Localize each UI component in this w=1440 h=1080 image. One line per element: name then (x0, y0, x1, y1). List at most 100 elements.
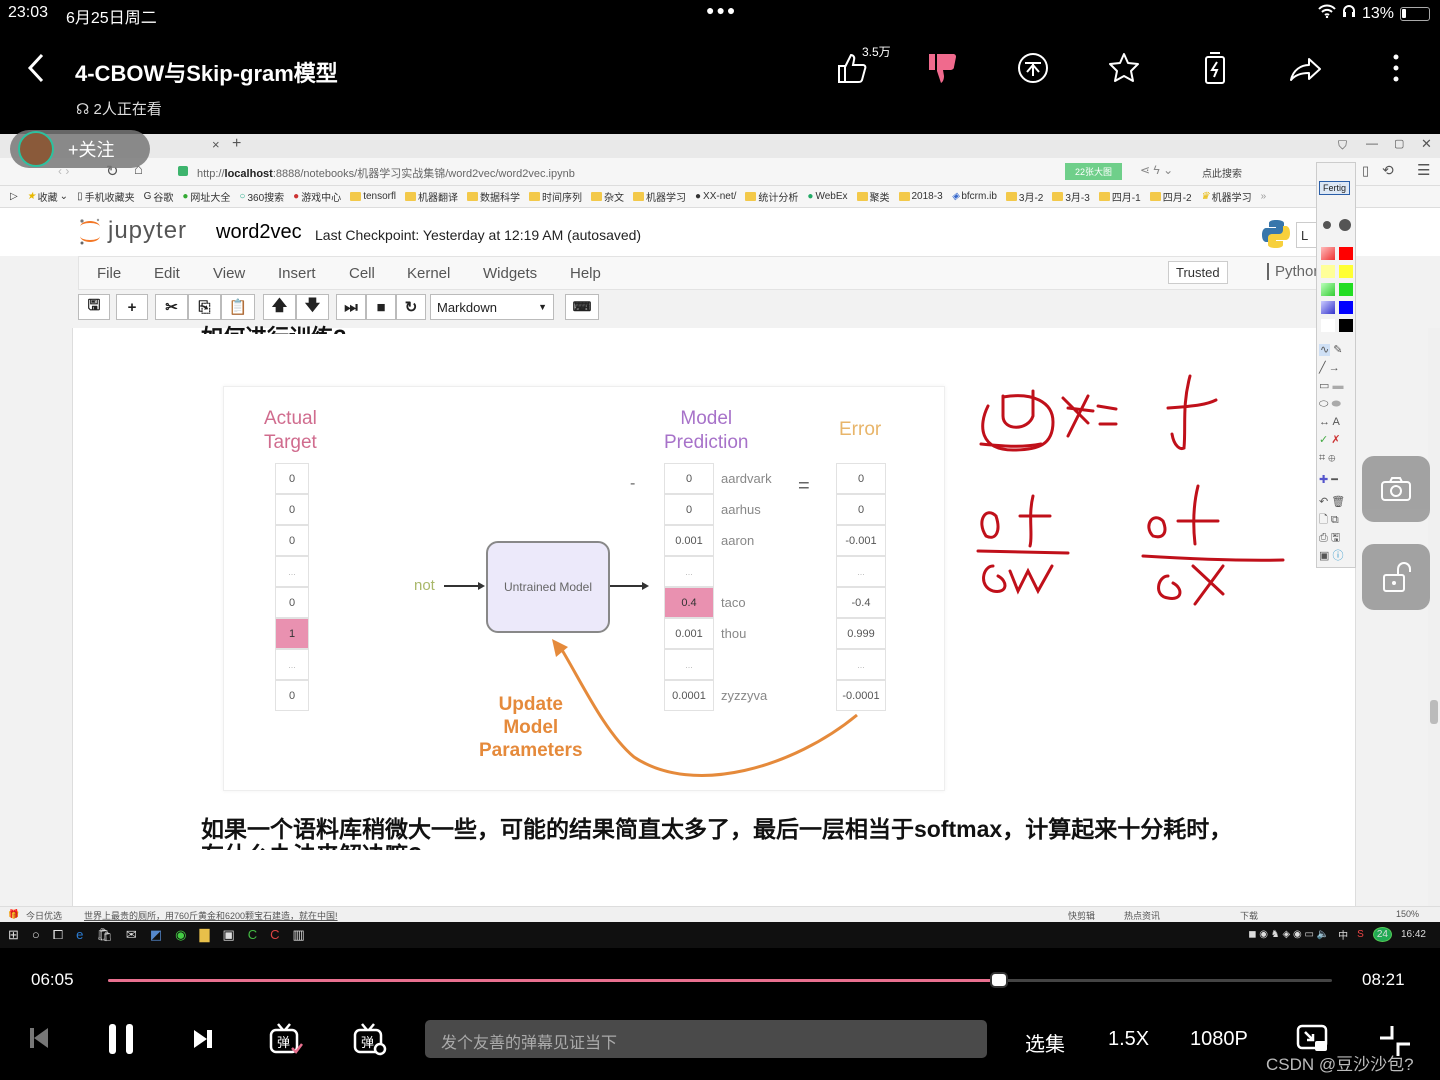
cortana-icon[interactable]: ○ (32, 927, 40, 943)
url-field[interactable]: http://localhost:8888/notebooks/机器学习实战集锦… (197, 165, 575, 181)
screenshot-button[interactable] (1362, 456, 1430, 522)
quick-clip[interactable]: 快剪辑 (1068, 909, 1095, 922)
bookmark-7[interactable]: 机器翻译 (404, 189, 458, 204)
bookmark-1[interactable]: ▯ 手机收藏夹 (77, 189, 135, 204)
multitask-dots-icon[interactable]: ●●● (706, 2, 737, 18)
color-yellow[interactable] (1339, 265, 1353, 278)
undo-draw-icon[interactable]: ↶ (1319, 496, 1328, 508)
menu-view[interactable]: View (213, 265, 245, 282)
next-button[interactable] (192, 1028, 214, 1056)
danmu-input[interactable]: 发个友善的弹幕见证当下 (425, 1020, 987, 1058)
more-bookmarks[interactable]: » (1261, 191, 1267, 202)
downloads[interactable]: 下载 (1240, 909, 1258, 922)
check-tool-icon[interactable]: ✓ (1319, 434, 1328, 446)
paint-done-button[interactable]: Fertig (1319, 181, 1351, 195)
notification-badge[interactable]: 24 (1372, 927, 1392, 942)
hot-news[interactable]: 热点资讯 (1124, 909, 1160, 922)
app-icon-3[interactable]: ▥ (293, 927, 305, 943)
bookmark-0[interactable]: ★ 收藏 ⌄ (27, 189, 68, 204)
bookmark-21[interactable]: 四月-2 (1149, 189, 1192, 204)
copy-drawing-icon[interactable]: ⧉ (1331, 514, 1339, 526)
decrease-size-icon[interactable]: ━ (1331, 474, 1338, 486)
command-palette-button[interactable]: ⌨ (565, 294, 599, 320)
move-down-button[interactable]: 🡇 (296, 294, 329, 320)
insert-cell-button[interactable]: + (116, 294, 148, 320)
menu-icon[interactable]: ☰ (1417, 161, 1430, 179)
file-explorer-icon[interactable]: ▇ (199, 927, 209, 943)
store-icon[interactable]: 🛍 (96, 927, 113, 943)
episodes-button[interactable]: 选集 (1025, 1028, 1065, 1057)
increase-size-icon[interactable]: ✚ (1319, 474, 1328, 486)
bookmark-12[interactable]: ● XX-net/ (695, 191, 736, 202)
new-page-icon[interactable]: 🗋 (1319, 514, 1328, 526)
coin-button[interactable] (1013, 48, 1053, 88)
move-up-button[interactable]: 🡅 (263, 294, 296, 320)
info-icon[interactable]: ⓘ (1332, 550, 1343, 562)
brush-size-small[interactable] (1323, 221, 1331, 229)
bookmark-20[interactable]: 四月-1 (1098, 189, 1141, 204)
camtasia-icon-green[interactable]: C (248, 927, 257, 943)
danmu-settings-button[interactable]: 弹 (352, 1022, 388, 1062)
interrupt-button[interactable]: ■ (366, 294, 396, 320)
color-black[interactable] (1339, 319, 1353, 332)
notebook-name[interactable]: word2vec (216, 221, 302, 244)
menu-widgets[interactable]: Widgets (483, 265, 537, 282)
task-view-icon[interactable]: ⧠ (53, 927, 63, 943)
rectangle-tool-icon[interactable]: ▭ (1319, 380, 1329, 392)
bookmark-16[interactable]: 2018-3 (898, 191, 943, 202)
freehand-tool-icon[interactable]: ∿ (1319, 344, 1331, 356)
favorite-button[interactable] (1104, 48, 1144, 88)
scrollbar-thumb[interactable] (1430, 700, 1438, 724)
crop-tool-icon[interactable]: ⌗ (1319, 452, 1325, 464)
minimize-button[interactable]: — (1366, 136, 1378, 150)
close-tab-icon[interactable]: × (212, 137, 220, 152)
run-button[interactable]: ⏭ (336, 294, 366, 320)
danmu-toggle-button[interactable]: 弹 (268, 1022, 304, 1062)
dislike-button[interactable] (922, 48, 962, 88)
bookmark-17[interactable]: ◈ bfcrm.ib (952, 191, 997, 202)
menu-insert[interactable]: Insert (278, 265, 316, 282)
bookmark-18[interactable]: 3月-2 (1005, 189, 1043, 204)
zoom-tool-icon[interactable]: ⊕ (1328, 452, 1335, 464)
jupyter-logo[interactable]: jupyter (78, 216, 187, 246)
share-button[interactable] (1285, 48, 1325, 88)
print-icon[interactable]: ⎙ (1319, 532, 1328, 544)
color-green[interactable] (1339, 283, 1353, 296)
bookmark-13[interactable]: 统计分析 (745, 189, 798, 204)
bookmark-9[interactable]: 时间序列 (528, 189, 582, 204)
tray-icons[interactable]: ◼ ◉ ♞ ◈ ◉ ▭ 🔈 (1248, 929, 1329, 940)
progress-knob[interactable] (990, 972, 1009, 988)
bookmark-19[interactable]: 3月-3 (1052, 189, 1090, 204)
bookmark-8[interactable]: 数据科学 (466, 189, 520, 204)
filled-rectangle-tool-icon[interactable]: ▬ (1332, 380, 1343, 392)
bookmark-6[interactable]: tensorfl (350, 191, 396, 202)
browser-360-icon[interactable]: ◉ (175, 927, 186, 943)
bookmark-15[interactable]: 聚类 (856, 189, 890, 204)
menu-edit[interactable]: Edit (154, 265, 180, 282)
more-button[interactable] (1376, 48, 1416, 88)
menu-kernel[interactable]: Kernel (407, 265, 450, 282)
trash-icon[interactable]: 🗑 (1331, 496, 1345, 508)
mobile-icon[interactable]: ▯ (1362, 163, 1369, 179)
today-picks[interactable]: 今日优选 (26, 909, 62, 922)
app-icon-2[interactable]: ▣ (222, 927, 234, 943)
bookmark-4[interactable]: ○ 360搜索 (239, 189, 284, 204)
charge-button[interactable] (1195, 48, 1235, 88)
new-tab-button[interactable]: + (232, 135, 241, 153)
line-tool-icon[interactable]: ╱ (1319, 362, 1326, 374)
bookmark-2[interactable]: G 谷歌 (144, 189, 174, 204)
filled-ellipse-tool-icon[interactable]: ⬬ (1331, 398, 1340, 410)
search-box[interactable]: 点此搜索 (1202, 165, 1242, 180)
screenshot-tool-icon[interactable]: ▣ (1319, 550, 1329, 562)
bookmark-10[interactable]: 杂文 (590, 189, 624, 204)
pause-button[interactable] (106, 1022, 136, 1062)
copy-button[interactable]: ⎘ (188, 294, 221, 320)
color-light-blue[interactable] (1321, 301, 1335, 314)
bookmark-expand-icon[interactable]: ▷ (10, 191, 18, 202)
zoom-level[interactable]: 150% (1396, 909, 1419, 919)
undo-icon[interactable]: ⟲ (1382, 162, 1394, 179)
color-blue[interactable] (1339, 301, 1353, 314)
sogou-icon[interactable]: S (1357, 929, 1364, 940)
camtasia-icon-red[interactable]: C (270, 927, 279, 943)
back-button[interactable] (26, 52, 46, 92)
